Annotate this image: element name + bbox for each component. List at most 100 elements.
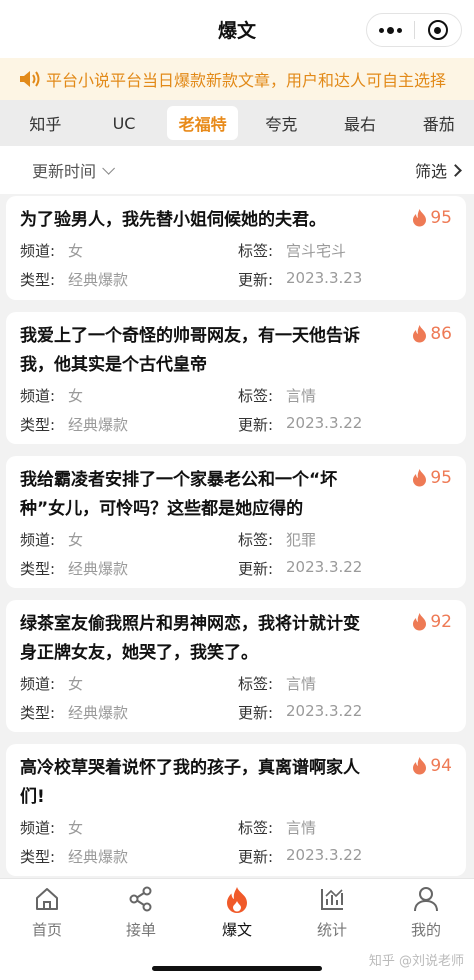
heat-score: 95: [412, 468, 452, 488]
tag-label: 标签:: [238, 675, 274, 693]
mini-program-capsule: [366, 13, 462, 47]
tag-label: 标签:: [238, 387, 274, 405]
page-title: 爆文: [217, 19, 256, 42]
updated-value: 2023.3.22: [286, 702, 363, 720]
heat-score: 86: [412, 324, 452, 344]
bottom-nav: 首页 接单 爆文 统计 我的 知乎 @刘说老师: [0, 878, 474, 980]
type-label: 类型:: [20, 560, 56, 578]
article-card[interactable]: 我爱上了一个奇怪的帅哥网友，有一天他告诉我，他其实是个古代皇帝 86 频道: 女…: [6, 312, 466, 444]
heat-value: 86: [430, 324, 452, 344]
flame-icon: [413, 469, 427, 487]
flame-icon: [227, 887, 247, 913]
platform-tabs: 知乎 UC 老福特 夸克 最右 番茄: [0, 100, 474, 146]
channel-value: 女: [68, 387, 84, 405]
notice-text: 平台小说平台当日爆款新款文章，用户和达人可自主选择: [46, 71, 447, 90]
channel-value: 女: [68, 819, 84, 837]
chart-icon: [321, 889, 343, 910]
type-value: 经典爆款: [68, 560, 129, 578]
filter-button[interactable]: 筛选: [414, 158, 462, 182]
tab-zuiyou[interactable]: 最右: [325, 106, 396, 140]
heat-value: 95: [430, 468, 452, 488]
nav-orders[interactable]: 接单: [101, 885, 181, 940]
close-mini-program-icon[interactable]: [415, 14, 462, 46]
nav-statistics[interactable]: 统计: [292, 885, 372, 940]
type-value: 经典爆款: [68, 704, 129, 722]
nav-home[interactable]: 首页: [7, 885, 87, 940]
article-title: 我给霸凌者安排了一个家暴老公和一个“坏种”女儿，可怜吗？这些都是她应得的: [20, 470, 338, 519]
chevron-down-icon: [102, 161, 116, 175]
more-options-icon[interactable]: [367, 14, 414, 46]
sort-label: 更新时间: [32, 162, 97, 181]
type-label: 类型:: [20, 416, 56, 434]
article-card[interactable]: 绿茶室友偷我照片和男神网恋，我将计就计变身正牌女友，她哭了，我笑了。 92 频道…: [6, 600, 466, 732]
channel-label: 频道:: [20, 242, 56, 260]
speaker-icon: [20, 71, 40, 87]
share-icon: [129, 886, 152, 912]
channel-label: 频道:: [20, 819, 56, 837]
type-label: 类型:: [20, 704, 56, 722]
filter-label: 筛选: [414, 162, 447, 181]
watermark-text: 知乎 @刘说老师: [368, 954, 464, 969]
article-card[interactable]: 为了验男人，我先替小姐伺候她的夫君。 95 频道: 女 标签: 宫斗宅斗 类型:…: [6, 196, 466, 300]
article-title: 绿茶室友偷我照片和男神网恋，我将计就计变身正牌女友，她哭了，我笑了。: [20, 614, 360, 663]
user-icon: [414, 887, 438, 912]
tab-uc[interactable]: UC: [89, 106, 160, 140]
updated-label: 更新:: [238, 848, 274, 866]
tab-fanqie[interactable]: 番茄: [403, 106, 474, 140]
flame-icon: [413, 209, 427, 227]
article-card[interactable]: 我给霸凌者安排了一个家暴老公和一个“坏种”女儿，可怜吗？这些都是她应得的 95 …: [6, 456, 466, 588]
updated-label: 更新:: [238, 560, 274, 578]
home-icon: [36, 888, 58, 910]
notice-bar: 平台小说平台当日爆款新款文章，用户和达人可自主选择: [0, 58, 474, 100]
updated-value: 2023.3.22: [286, 414, 363, 432]
heat-value: 95: [430, 208, 452, 228]
channel-label: 频道:: [20, 531, 56, 549]
tab-zhihu[interactable]: 知乎: [10, 106, 81, 140]
nav-label: 接单: [125, 921, 156, 939]
tab-kuake[interactable]: 夸克: [246, 106, 317, 140]
type-label: 类型:: [20, 271, 56, 289]
updated-label: 更新:: [238, 416, 274, 434]
channel-value: 女: [68, 675, 84, 693]
top-bar: 爆文: [0, 0, 474, 58]
tag-value: 宫斗宅斗: [286, 242, 347, 260]
updated-label: 更新:: [238, 271, 274, 289]
nav-hot-articles[interactable]: 爆文: [197, 885, 277, 940]
filter-bar: 更新时间 筛选: [0, 146, 474, 194]
article-title: 我爱上了一个奇怪的帅哥网友，有一天他告诉我，他其实是个古代皇帝: [20, 326, 360, 375]
sort-dropdown[interactable]: 更新时间: [32, 158, 116, 182]
flame-icon: [413, 325, 427, 343]
article-title: 高冷校草哭着说怀了我的孩子，真离谱啊家人们!: [20, 758, 360, 807]
nav-label: 统计: [316, 921, 347, 939]
tag-value: 犯罪: [286, 531, 317, 549]
channel-value: 女: [68, 531, 84, 549]
type-label: 类型:: [20, 848, 56, 866]
chevron-right-icon: [449, 163, 462, 177]
tag-value: 言情: [286, 675, 317, 693]
heat-score: 95: [412, 208, 452, 228]
heat-score: 94: [412, 756, 452, 776]
tag-value: 言情: [286, 387, 317, 405]
tag-value: 言情: [286, 819, 317, 837]
nav-profile[interactable]: 我的: [386, 885, 466, 940]
nav-label: 首页: [31, 921, 62, 939]
nav-label: 我的: [410, 921, 441, 939]
flame-icon: [413, 757, 427, 775]
channel-label: 频道:: [20, 387, 56, 405]
updated-value: 2023.3.22: [286, 558, 363, 576]
heat-value: 94: [430, 756, 452, 776]
channel-value: 女: [68, 242, 84, 260]
tab-laofute[interactable]: 老福特: [167, 106, 239, 140]
nav-label: 爆文: [221, 921, 252, 939]
updated-value: 2023.3.23: [286, 269, 363, 287]
channel-label: 频道:: [20, 675, 56, 693]
type-value: 经典爆款: [68, 271, 129, 289]
updated-label: 更新:: [238, 704, 274, 722]
heat-score: 92: [412, 612, 452, 632]
heat-value: 92: [430, 612, 452, 632]
tag-label: 标签:: [238, 242, 274, 260]
tag-label: 标签:: [238, 819, 274, 837]
article-card[interactable]: 高冷校草哭着说怀了我的孩子，真离谱啊家人们! 94 频道: 女 标签: 言情 类…: [6, 744, 466, 876]
flame-icon: [413, 613, 427, 631]
updated-value: 2023.3.22: [286, 846, 363, 864]
